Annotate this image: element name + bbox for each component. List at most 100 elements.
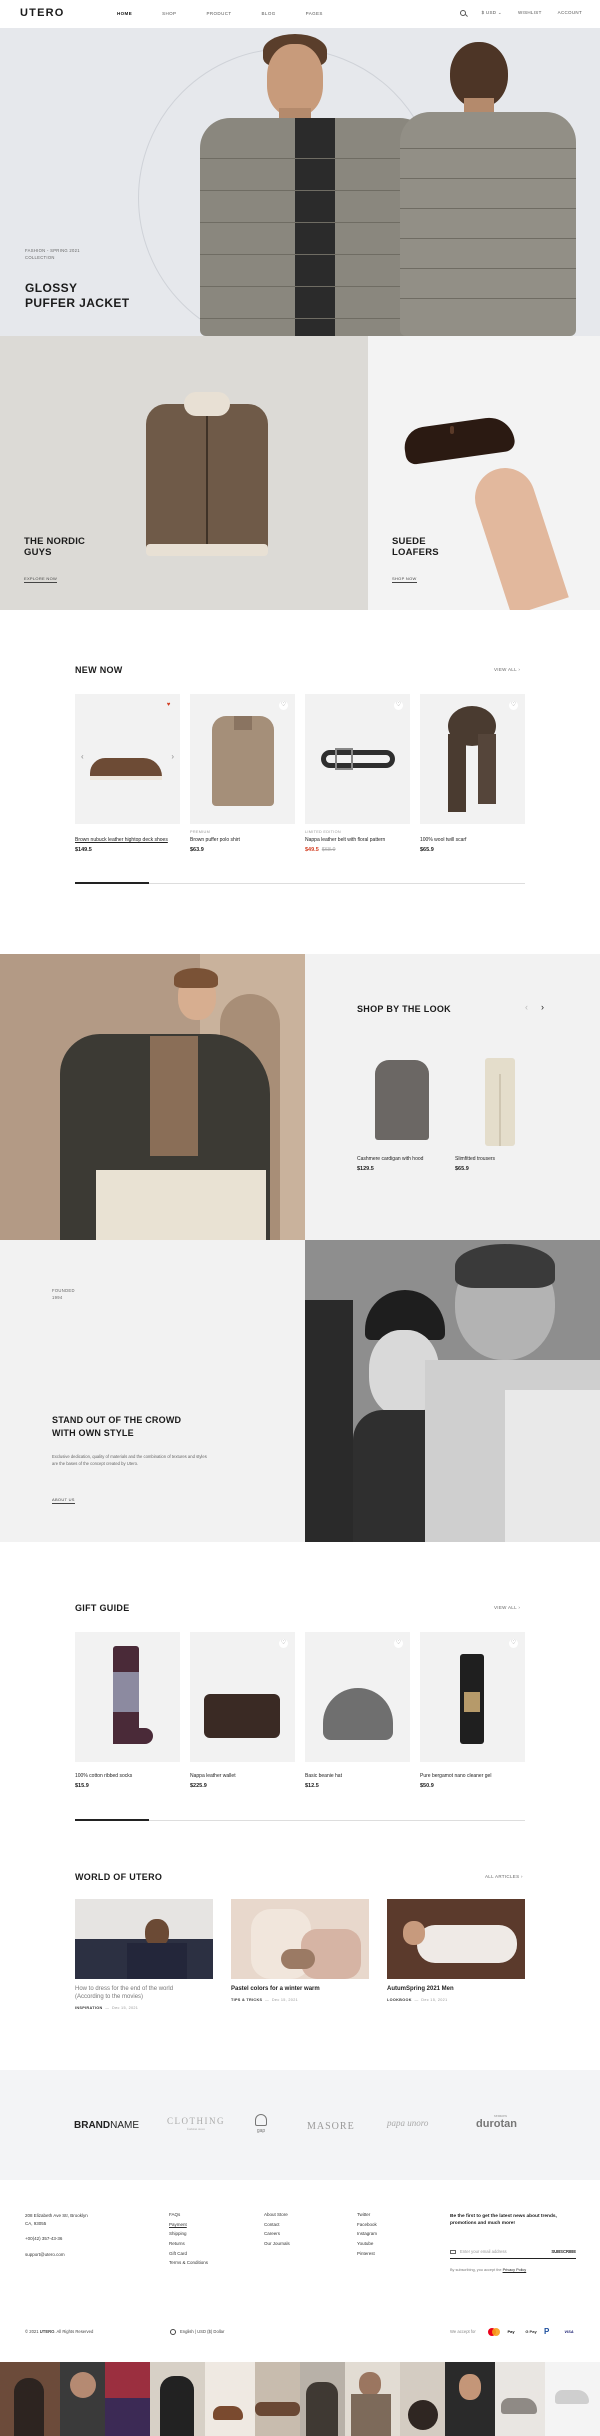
instagram-photo[interactable] bbox=[400, 2362, 445, 2436]
brand-logo[interactable]: gap bbox=[255, 2114, 267, 2134]
footer-link[interactable]: About Store bbox=[264, 2210, 290, 2220]
chevron-left-icon[interactable]: ‹ bbox=[525, 1002, 528, 1013]
gift-guide-view-all[interactable]: VIEW ALL › bbox=[494, 1605, 520, 1611]
footer-link[interactable]: Careers bbox=[264, 2229, 290, 2239]
gift-guide-scrollbar[interactable] bbox=[75, 1819, 525, 1821]
footer-link[interactable]: Youtube bbox=[357, 2239, 377, 2249]
heart-filled-icon[interactable]: ♥ bbox=[164, 701, 173, 710]
footer-phone[interactable]: +00(42) 357-43-36 bbox=[25, 2235, 88, 2243]
footer-link[interactable]: Contact bbox=[264, 2220, 290, 2230]
account-link[interactable]: ACCOUNT bbox=[558, 10, 582, 16]
product-card[interactable]: ♡ 100% wool twill scarf $65.9 bbox=[420, 694, 525, 854]
footer-link[interactable]: Pinterest bbox=[357, 2249, 377, 2259]
look-item-card[interactable]: Cashmere cardigan with hood $129.5 bbox=[357, 1044, 447, 1173]
instagram-photo[interactable] bbox=[300, 2362, 345, 2436]
footer-link[interactable]: Returns bbox=[169, 2239, 208, 2249]
footer-link[interactable]: Shipping bbox=[169, 2229, 208, 2239]
post-title[interactable]: AutumSpring 2021 Men bbox=[387, 1985, 525, 1993]
heart-outline-icon[interactable]: ♡ bbox=[279, 701, 288, 710]
chevron-right-icon[interactable]: › bbox=[541, 1002, 544, 1013]
blog-post[interactable]: AutumSpring 2021 Men LOOKBOOK — Dec 15, … bbox=[387, 1899, 525, 2003]
footer-email[interactable]: support@utero.com bbox=[25, 2251, 88, 2259]
scrollbar-thumb[interactable] bbox=[75, 1819, 149, 1821]
gift-card[interactable]: ♡ Nappa leather wallet $225.9 bbox=[190, 1632, 295, 1790]
instagram-photo[interactable] bbox=[105, 2362, 150, 2436]
logo[interactable]: UTERO bbox=[20, 7, 65, 21]
all-articles-link[interactable]: ALL ARTICLES › bbox=[485, 1874, 523, 1880]
instagram-photo[interactable] bbox=[445, 2362, 495, 2436]
footer-link[interactable]: Facebook bbox=[357, 2220, 377, 2230]
product-card[interactable]: ♡ PREMIUM Brown puffer polo shirt $63.9 bbox=[190, 694, 295, 854]
promo-tile-loafers[interactable]: SUEDE LOAFERS SHOP NOW bbox=[368, 336, 600, 610]
nav-shop[interactable]: SHOP bbox=[162, 11, 176, 17]
subscribe-button[interactable]: SUBSCRIBE bbox=[551, 2249, 576, 2254]
nav-home[interactable]: HOME bbox=[117, 11, 132, 17]
footer-link[interactable]: Instagram bbox=[357, 2229, 377, 2239]
gift-card[interactable]: ♡ Basic beanie hat $12.5 bbox=[305, 1632, 410, 1790]
product-name[interactable]: Nappa leather belt with floral pattern bbox=[305, 837, 410, 843]
privacy-policy-link[interactable]: Privacy Policy bbox=[503, 2268, 527, 2272]
chevron-right-icon[interactable]: › bbox=[171, 752, 174, 762]
explore-now-link[interactable]: EXPLORE NOW bbox=[24, 576, 58, 583]
brand-logo[interactable]: MASORE bbox=[307, 2121, 355, 2134]
gift-name[interactable]: Pure bergamot nano cleaner gel bbox=[420, 1773, 525, 1779]
brand-logo[interactable]: papa unoro bbox=[387, 2118, 428, 2129]
instagram-photo[interactable] bbox=[545, 2362, 600, 2436]
scrollbar-thumb[interactable] bbox=[75, 882, 149, 884]
locale-selector[interactable]: English | USD ($) Dollar bbox=[170, 2329, 224, 2335]
gift-name[interactable]: Nappa leather wallet bbox=[190, 1773, 295, 1779]
post-title[interactable]: How to dress for the end of the world (A… bbox=[75, 1985, 213, 2001]
look-item-card[interactable]: Slimfitted trousers $65.9 bbox=[455, 1044, 545, 1173]
post-category[interactable]: TIPS & TRICKS bbox=[231, 1998, 262, 2002]
post-category[interactable]: LOOKBOOK bbox=[387, 1998, 412, 2002]
product-name[interactable]: 100% wool twill scarf bbox=[420, 837, 525, 843]
instagram-photo[interactable] bbox=[150, 2362, 205, 2436]
footer-link[interactable]: FAQs bbox=[169, 2210, 208, 2220]
product-name[interactable]: Brown puffer polo shirt bbox=[190, 837, 295, 843]
footer-link[interactable]: Terms & Conditions bbox=[169, 2258, 208, 2268]
post-title[interactable]: Pastel colors for a winter warm bbox=[231, 1985, 369, 1993]
heart-outline-icon[interactable]: ♡ bbox=[279, 1639, 288, 1648]
footer-link[interactable]: Twitter bbox=[357, 2210, 377, 2220]
blog-post[interactable]: How to dress for the end of the world (A… bbox=[75, 1899, 213, 2011]
promo-tile-nordic[interactable]: THE NORDIC GUYS EXPLORE NOW bbox=[0, 336, 368, 610]
wishlist-link[interactable]: WISHLIST bbox=[518, 10, 542, 16]
currency-select[interactable]: $ USD ⌄ bbox=[482, 10, 502, 16]
heart-outline-icon[interactable]: ♡ bbox=[394, 1639, 403, 1648]
instagram-photo[interactable] bbox=[60, 2362, 105, 2436]
chevron-left-icon[interactable]: ‹ bbox=[81, 752, 84, 762]
shop-now-link[interactable]: SHOP NOW bbox=[392, 576, 417, 583]
instagram-photo[interactable] bbox=[205, 2362, 255, 2436]
heart-outline-icon[interactable]: ♡ bbox=[509, 701, 518, 710]
brand-logo[interactable]: BRANDNAME bbox=[74, 2120, 139, 2133]
instagram-photo[interactable] bbox=[0, 2362, 60, 2436]
email-input[interactable]: Enter your email address bbox=[460, 2249, 507, 2254]
search-icon[interactable] bbox=[459, 10, 466, 16]
product-card[interactable]: ♥ ‹ › Brown nubuck leather hightop deck … bbox=[75, 694, 180, 854]
footer-link[interactable]: Gift Card bbox=[169, 2249, 208, 2259]
gift-card[interactable]: ♡ Pure bergamot nano cleaner gel $50.9 bbox=[420, 1632, 525, 1790]
product-name[interactable]: Brown nubuck leather hightop deck shoes bbox=[75, 837, 180, 843]
heart-outline-icon[interactable]: ♡ bbox=[394, 701, 403, 710]
look-item-name[interactable]: Cashmere cardigan with hood bbox=[357, 1156, 447, 1162]
nav-pages[interactable]: PAGES bbox=[306, 11, 323, 17]
brand-logo[interactable]: seasons durotan bbox=[476, 2114, 517, 2132]
footer-link[interactable]: Payment bbox=[169, 2220, 208, 2230]
footer-link[interactable]: Our Journals bbox=[264, 2239, 290, 2249]
new-now-view-all[interactable]: VIEW ALL › bbox=[494, 667, 520, 673]
blog-post[interactable]: Pastel colors for a winter warm TIPS & T… bbox=[231, 1899, 369, 2003]
instagram-photo[interactable] bbox=[345, 2362, 400, 2436]
gift-name[interactable]: 100% cotton ribbed socks bbox=[75, 1773, 180, 1779]
brand-logo[interactable]: CLOTHING fashion store bbox=[167, 2116, 225, 2132]
gift-card[interactable]: 100% cotton ribbed socks $15.9 bbox=[75, 1632, 180, 1790]
new-now-scrollbar[interactable] bbox=[75, 882, 525, 884]
look-item-name[interactable]: Slimfitted trousers bbox=[455, 1156, 545, 1162]
nav-blog[interactable]: BLOG bbox=[262, 11, 276, 17]
gift-name[interactable]: Basic beanie hat bbox=[305, 1773, 410, 1779]
instagram-photo[interactable] bbox=[495, 2362, 545, 2436]
heart-outline-icon[interactable]: ♡ bbox=[509, 1639, 518, 1648]
nav-product[interactable]: PRODUCT bbox=[206, 11, 231, 17]
about-us-link[interactable]: ABOUT US bbox=[52, 1497, 75, 1504]
hero-banner[interactable]: FASHION - SPRING 2021 COLLECTION GLOSSY … bbox=[0, 28, 600, 336]
instagram-photo[interactable] bbox=[255, 2362, 300, 2436]
